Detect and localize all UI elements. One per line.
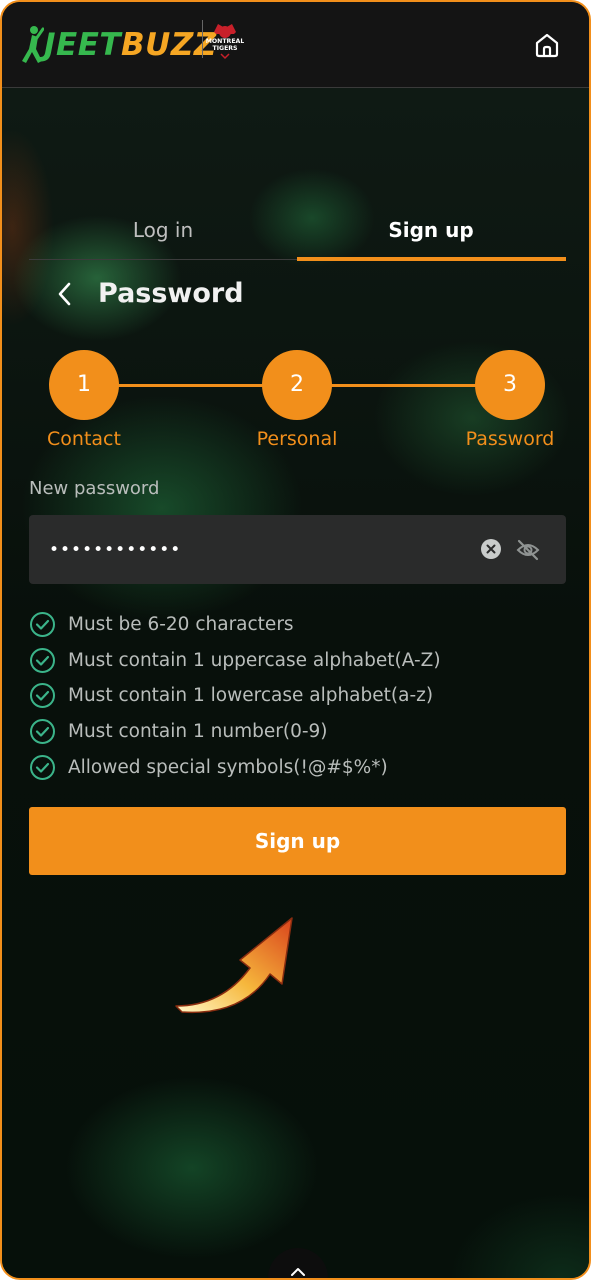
tab-login[interactable]: Log in (29, 202, 297, 258)
step-connector (327, 384, 483, 387)
step-label-contact: Contact (47, 428, 121, 450)
check-circle-icon (30, 612, 55, 638)
step-circle-contact: 1 (49, 350, 119, 420)
home-icon (535, 33, 559, 58)
page-title: Password (98, 278, 244, 309)
rule-text: Must contain 1 uppercase alphabet(A-Z) (68, 649, 441, 671)
check-circle-icon (30, 647, 55, 673)
logo-text: JEETBUZZ (44, 22, 217, 68)
password-input[interactable] (49, 533, 469, 567)
chevron-up-icon (291, 1268, 305, 1276)
svg-text:MONTREAL: MONTREAL (206, 38, 244, 45)
rule-text: Allowed special symbols(!@#$%*) (68, 756, 388, 778)
password-rules: Must be 6-20 characters Must contain 1 u… (29, 607, 566, 785)
step-circle-personal: 2 (262, 350, 332, 420)
jeetbuzz-logo[interactable]: JEETBUZZ (22, 22, 217, 68)
app-frame: JEETBUZZ MONTREAL TIGERS Log in Sign up … (0, 0, 591, 1280)
rule-text: Must contain 1 number(0-9) (68, 721, 328, 743)
rule-item: Must contain 1 uppercase alphabet(A-Z) (29, 643, 566, 679)
montreal-tigers-logo: MONTREAL TIGERS (206, 24, 244, 60)
home-button[interactable] (530, 28, 564, 62)
check-circle-icon (30, 719, 55, 745)
clear-icon[interactable] (480, 538, 502, 560)
step-label-personal: Personal (256, 428, 338, 450)
svg-text:TIGERS: TIGERS (212, 45, 237, 52)
cricket-player-icon (22, 26, 44, 63)
rule-item: Must be 6-20 characters (29, 607, 566, 643)
back-button[interactable] (50, 276, 80, 312)
check-circle-icon (30, 754, 55, 780)
rule-item: Must contain 1 lowercase alphabet(a-z) (29, 678, 566, 714)
step-circle-password: 3 (475, 350, 545, 420)
password-field (29, 515, 566, 584)
rule-item: Must contain 1 number(0-9) (29, 714, 566, 750)
new-password-label: New password (29, 478, 160, 499)
active-tab-indicator (297, 257, 566, 261)
tab-signup[interactable]: Sign up (297, 202, 565, 258)
rule-text: Must contain 1 lowercase alphabet(a-z) (68, 685, 434, 707)
chevron-left-icon (58, 282, 71, 306)
signup-stepper: 1 2 3 Contact Personal Password (29, 350, 566, 460)
pointer-arrow-graphic (175, 917, 293, 1014)
logo-divider (202, 20, 203, 58)
signup-button[interactable]: Sign up (29, 807, 566, 875)
auth-tabs: Log in Sign up (29, 202, 566, 261)
logo-jeet: JEET (44, 27, 122, 63)
step-connector (111, 384, 267, 387)
eye-off-icon[interactable] (515, 537, 541, 563)
check-circle-icon (30, 683, 55, 709)
header: JEETBUZZ MONTREAL TIGERS (2, 2, 589, 88)
rule-text: Must be 6-20 characters (68, 614, 294, 636)
step-label-password: Password (465, 428, 555, 450)
rule-item: Allowed special symbols(!@#$%*) (29, 749, 566, 785)
